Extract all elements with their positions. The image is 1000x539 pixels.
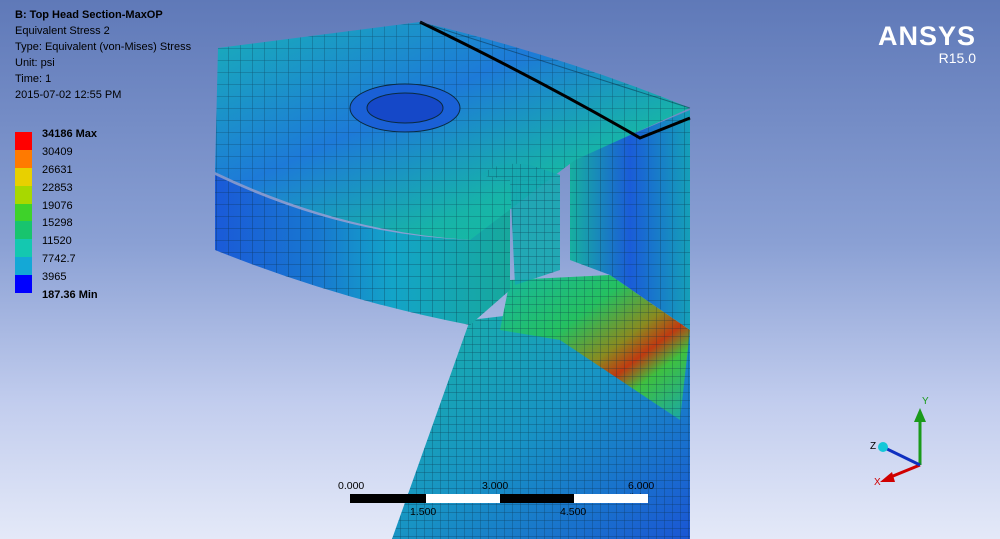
scale-label-3: 3.000: [482, 480, 509, 492]
scale-bar: 0.000 3.000 6.000 (in) 1.500 4.500: [338, 480, 660, 525]
axis-y-label: Y: [922, 396, 929, 407]
axis-triad[interactable]: Y Z X: [860, 390, 940, 500]
model-viewport[interactable]: [0, 0, 1000, 539]
axis-z-label: Z: [870, 441, 876, 452]
scale-label-1-5: 1.500: [410, 506, 437, 518]
axis-x-label: X: [874, 477, 881, 488]
scale-label-0: 0.000: [338, 480, 365, 492]
scale-label-4-5: 4.500: [560, 506, 587, 518]
